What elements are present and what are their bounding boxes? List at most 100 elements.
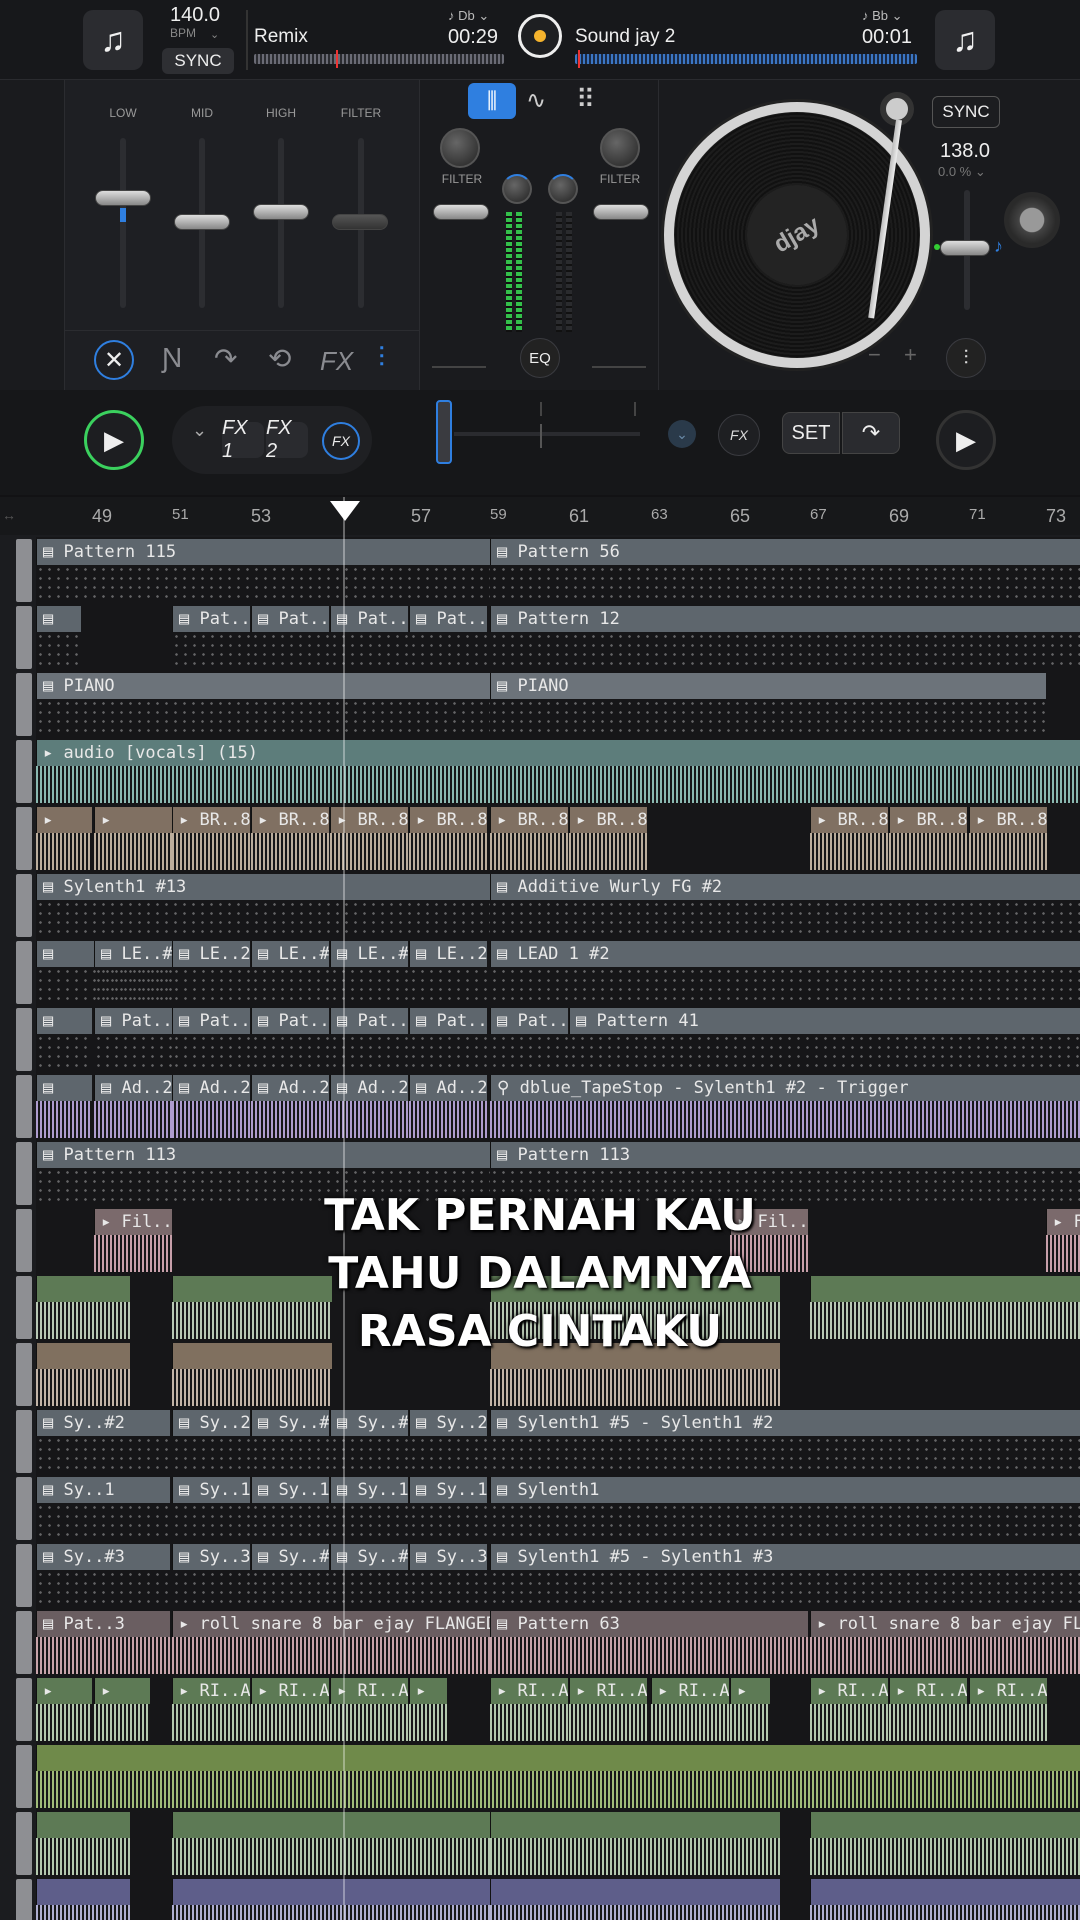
lane-handle[interactable] [16, 1879, 32, 1920]
deck-settings-icon[interactable]: ⫶ [946, 338, 986, 378]
pitch-plus-button[interactable]: + [904, 342, 917, 368]
eq-filter-slider[interactable] [332, 214, 388, 230]
track-lane[interactable]: ▤ Sy..#2▤ Sy..2▤ Sy..#2▤ Sy..#2▤ Sy..2▤ … [0, 1408, 1080, 1475]
lane-handle[interactable] [16, 1544, 32, 1607]
chevron-down-icon[interactable]: ⌄ [668, 420, 696, 448]
arrangement-clip[interactable]: ▤ Sylenth1 #5 - Sylenth1 #2 [490, 1410, 1080, 1436]
arrangement-clip[interactable]: ▤ Sy..#3 [330, 1544, 408, 1570]
track-lane[interactable]: ▤▤ Pat..2▤ Pat..2▤ Pat..2▤ Pat..2▤ Patte… [0, 604, 1080, 671]
arrangement-clip[interactable]: ▤ Sy..#3 [36, 1544, 170, 1570]
lane-handle[interactable] [16, 1477, 32, 1540]
mixer-view-icon[interactable]: ⫼ [468, 83, 516, 119]
set-cue-button[interactable]: SET [782, 412, 840, 454]
lane-handle[interactable] [16, 673, 32, 736]
arrangement-clip[interactable]: ▸ BR..8 [569, 807, 647, 833]
arrangement-clip[interactable] [810, 1879, 1080, 1905]
track-lane[interactable] [0, 1810, 1080, 1877]
track-lane[interactable]: ▤ PIANO ▤ PIANO [0, 671, 1080, 738]
arrangement-clip[interactable]: ▤ Sy..2 [409, 1410, 487, 1436]
arrangement-clip[interactable]: ▤ Pattern 113 [36, 1142, 490, 1168]
arrangement-clip[interactable]: ▤ Pattern 41 [569, 1008, 1080, 1034]
arrangement-clip[interactable]: ▤ Ad..2 [94, 1075, 172, 1101]
arrangement-clip[interactable]: ▤ PIANO [490, 673, 1046, 699]
right-sync-button[interactable]: SYNC [932, 96, 1000, 128]
loop-icon[interactable]: ⟲ [268, 342, 291, 375]
arrangement-clip[interactable]: ▤ Ad..2 [172, 1075, 250, 1101]
arrangement-clip[interactable]: ▸ BR..8 [490, 807, 568, 833]
arrangement-clip[interactable]: ▤ PIANO [36, 673, 490, 699]
track-lane[interactable]: ▸ ▸ ▸ BR..8 ▸ BR..8 ▸ BR..8 ▸ BR..8 ▸ BR..8 ▸ B… [0, 805, 1080, 872]
track-lane[interactable] [0, 1743, 1080, 1810]
arrangement-clip[interactable]: ▤ Pat..1 [409, 1008, 487, 1034]
arrangement-clip[interactable]: ▤ LEAD 1 #2 [490, 941, 1080, 967]
left-sync-button[interactable]: SYNC [162, 48, 234, 74]
arrangement-clip[interactable]: ▤ Pat..1 [251, 1008, 329, 1034]
jog-knob[interactable] [1004, 192, 1060, 248]
arrangement-clip[interactable]: ▤ Sy..#2 [251, 1410, 329, 1436]
arrangement-clip[interactable]: ▸ RI..A [651, 1678, 729, 1704]
lane-handle[interactable] [16, 807, 32, 870]
arrangement-clip[interactable]: ▸ [730, 1678, 770, 1704]
right-overview-waveform[interactable] [575, 54, 917, 64]
arrangement-clip[interactable]: ▤ Pat..1 [490, 1008, 568, 1034]
waveform-view-icon[interactable]: ∿ [526, 86, 546, 115]
arrangement-clip[interactable]: ▤ Sy..1 [409, 1477, 487, 1503]
arrangement-clip[interactable]: ▤ LE..#2 [94, 941, 172, 967]
arrangement-clip[interactable]: ▤ Pattern 113 [490, 1142, 1080, 1168]
arrangement-clip[interactable]: ▤ Ad..2 [330, 1075, 408, 1101]
left-library-button[interactable]: ♫ [83, 10, 143, 70]
arrangement-clip[interactable]: ▤ Sy..2 [172, 1410, 250, 1436]
lane-handle[interactable] [16, 1745, 32, 1808]
arrangement-clip[interactable]: ▤ Pattern 115 [36, 539, 490, 565]
close-icon[interactable]: ✕ [94, 340, 134, 380]
right-fx-button[interactable]: FX [718, 414, 760, 456]
eq-high-slider[interactable] [253, 204, 309, 220]
arrangement-clip[interactable]: ▤ Additive Wurly FG #2 [490, 874, 1080, 900]
arrangement-clip[interactable]: ▤ Sy..1 [36, 1477, 170, 1503]
left-play-button[interactable]: ▶ [84, 410, 144, 470]
record-icon[interactable] [518, 14, 562, 58]
arrangement-clip[interactable]: ▤ LE..2 [172, 941, 250, 967]
arrangement-clip[interactable]: ▸ RI..A [810, 1678, 888, 1704]
arrangement-clip[interactable]: ▤ Pattern 56 [490, 539, 1080, 565]
lane-handle[interactable] [16, 1410, 32, 1473]
lane-handle[interactable] [16, 606, 32, 669]
arrangement-clip[interactable]: ▸ audio [vocals] (15) [36, 740, 1080, 766]
eq-low-slider[interactable] [95, 190, 151, 206]
lane-handle[interactable] [16, 941, 32, 1004]
lane-handle[interactable] [16, 1812, 32, 1875]
arrangement-clip[interactable]: ▤ Pattern 63 [490, 1611, 808, 1637]
chevron-down-icon[interactable]: ⌄ [192, 420, 207, 441]
arrangement-clip[interactable]: ▤ LE..2 [409, 941, 487, 967]
arrangement-clip[interactable]: ▤ Pattern 12 [490, 606, 1080, 632]
left-filter-knob[interactable] [440, 128, 480, 168]
timeline-ruler[interactable]: ↔ 49 51 53 57 59 61 63 65 67 69 71 73 [0, 497, 1080, 535]
arrangement-clip[interactable]: ▤ [36, 606, 81, 632]
lane-handle[interactable] [16, 740, 32, 803]
eq-button[interactable]: EQ [520, 338, 560, 378]
arrangement-clip[interactable]: ▸ BR..8 [969, 807, 1047, 833]
fx-toggle-button[interactable]: FX [322, 422, 360, 460]
crossfader-knob[interactable] [436, 400, 452, 464]
arrangement-clip[interactable]: ▤ Pat..2 [409, 606, 487, 632]
arrangement-clip[interactable]: ▤ Sylenth1 #5 - Sylenth1 #3 [490, 1544, 1080, 1570]
arrangement-clip[interactable]: ▸ [94, 1678, 150, 1704]
arrangement-clip[interactable]: ▤ [36, 1075, 92, 1101]
track-lane[interactable]: ▤ Sylenth1 #13 ▤ Additive Wurly FG #2 [0, 872, 1080, 939]
arrangement-clip[interactable] [490, 1879, 780, 1905]
left-overview-waveform[interactable] [254, 54, 504, 64]
arrangement-clip[interactable]: ▸ BR..8 [330, 807, 408, 833]
right-pitch[interactable]: 0.0 % ⌄ [938, 164, 986, 180]
lane-handle[interactable] [16, 1008, 32, 1071]
arrangement-clip[interactable]: ▸ roll snare 8 bar ejay FLANGED_2 [172, 1611, 490, 1637]
track-lane[interactable]: ▤ Pat..3 ▸ roll snare 8 bar ejay FLANGED_… [0, 1609, 1080, 1676]
arrangement-clip[interactable] [36, 1812, 130, 1838]
arrangement-clip[interactable]: ▤ Sy..#3 [251, 1544, 329, 1570]
arrangement-clip[interactable]: ▤ Sy..#2 [330, 1410, 408, 1436]
resize-icon[interactable]: ↔ [2, 507, 16, 523]
right-filter-knob[interactable] [600, 128, 640, 168]
arrangement-clip[interactable]: ▸ RI..A [569, 1678, 647, 1704]
arrangement-clip[interactable] [810, 1812, 1080, 1838]
track-lane[interactable]: ▤▤ Pat..1▤ Pat..1▤ Pat..1▤ Pat..1▤ Pat..… [0, 1006, 1080, 1073]
lane-handle[interactable] [16, 1678, 32, 1741]
